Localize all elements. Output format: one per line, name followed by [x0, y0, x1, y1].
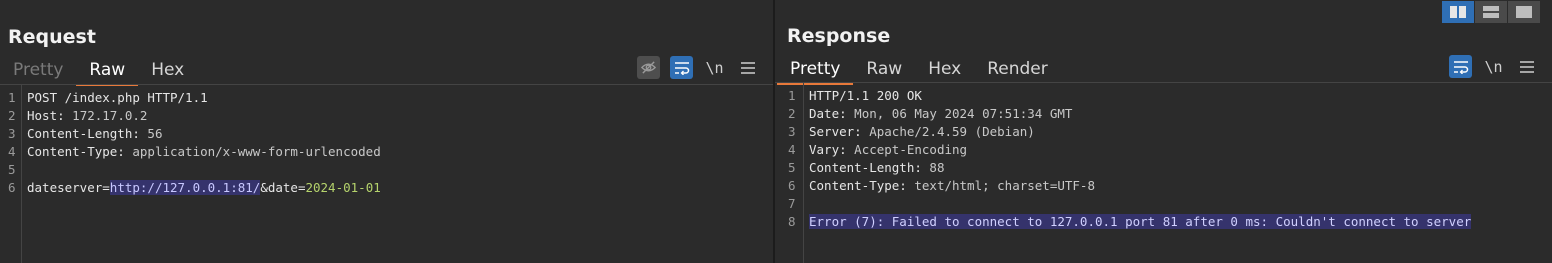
header-value: 88	[921, 160, 945, 175]
newline-toggle[interactable]: \n	[1482, 55, 1505, 78]
hamburger-menu-icon[interactable]	[736, 56, 759, 79]
line-number: 4	[8, 144, 16, 159]
response-tab-hex[interactable]: Hex	[915, 56, 974, 83]
header-value: 172.17.0.2	[64, 108, 148, 123]
hamburger-menu-icon[interactable]	[1515, 55, 1538, 78]
header-key: Server:	[809, 124, 862, 139]
code-line: 5 Content-Length: 88	[775, 159, 1552, 177]
line-number: 6	[8, 180, 16, 195]
code-line: 8 Error (7): Failed to connect to 127.0.…	[775, 213, 1552, 231]
header-value: 56	[139, 126, 163, 141]
header-value: application/x-www-form-urlencoded	[124, 144, 381, 159]
response-editor[interactable]: 1 HTTP/1.1 200 OK 2 Date: Mon, 06 May 20…	[775, 83, 1552, 263]
request-tab-raw[interactable]: Raw	[76, 57, 138, 86]
header-value: Apache/2.4.59 (Debian)	[861, 124, 1035, 139]
code-line: 4 Content-Type: application/x-www-form-u…	[0, 143, 773, 161]
line-number: 6	[788, 178, 796, 193]
header-key: Vary:	[809, 142, 847, 157]
line-number: 5	[8, 162, 16, 177]
code-line: 2 Host: 172.17.0.2	[0, 107, 773, 125]
response-code[interactable]: 1 HTTP/1.1 200 OK 2 Date: Mon, 06 May 20…	[775, 87, 1552, 231]
stacked-layout-icon[interactable]	[1475, 1, 1507, 23]
code-line: 5	[0, 161, 773, 179]
header-key: Date:	[809, 106, 847, 121]
param-name: dateserver	[27, 180, 103, 195]
response-tab-raw[interactable]: Raw	[853, 56, 915, 83]
header-key: Host:	[27, 108, 65, 123]
line-number: 1	[788, 88, 796, 103]
line-number: 7	[788, 196, 796, 211]
wrap-icon[interactable]	[670, 56, 693, 79]
code-line: 1 HTTP/1.1 200 OK	[775, 87, 1552, 105]
code-line: 4 Vary: Accept-Encoding	[775, 141, 1552, 159]
request-tab-pretty[interactable]: Pretty	[0, 57, 76, 84]
request-tab-hex[interactable]: Hex	[138, 57, 197, 84]
request-editor[interactable]: 1 POST /index.php HTTP/1.1 2 Host: 172.1…	[0, 85, 773, 263]
layout-toggle-group	[1442, 1, 1540, 23]
single-pane-layout-icon[interactable]	[1508, 1, 1540, 23]
response-tab-pretty[interactable]: Pretty	[777, 56, 854, 85]
wrap-icon[interactable]	[1449, 55, 1472, 78]
header-key: Content-Type:	[809, 178, 907, 193]
param-equals: =	[102, 180, 110, 195]
response-title: Response	[787, 25, 891, 47]
response-pane: Response Pretty Raw Hex Render \n 1 HTTP…	[775, 0, 1552, 263]
code-line: 6 Content-Type: text/html; charset=UTF-8	[775, 177, 1552, 195]
request-code[interactable]: 1 POST /index.php HTTP/1.1 2 Host: 172.1…	[0, 89, 773, 197]
line-number: 5	[788, 160, 796, 175]
header-value: Accept-Encoding	[846, 142, 968, 157]
header-key: Content-Type:	[27, 144, 125, 159]
code-line: 6 dateserver=http://127.0.0.1:81/&date=2…	[0, 179, 773, 197]
request-pane: Request Pretty Raw Hex \n 1 POST /index.…	[0, 0, 773, 263]
header-value: Mon, 06 May 2024 07:51:34 GMT	[846, 106, 1073, 121]
side-by-side-layout-icon[interactable]	[1442, 1, 1474, 23]
selected-param-value[interactable]: http://127.0.0.1:81/	[109, 180, 261, 195]
status-line: HTTP/1.1 200 OK	[809, 88, 922, 103]
response-tab-render[interactable]: Render	[974, 56, 1061, 83]
line-number: 3	[8, 126, 16, 141]
request-line: POST /index.php HTTP/1.1	[27, 90, 208, 105]
code-line: 7	[775, 195, 1552, 213]
header-key: Content-Length:	[809, 160, 922, 175]
code-line: 3 Server: Apache/2.4.59 (Debian)	[775, 123, 1552, 141]
line-number: 3	[788, 124, 796, 139]
header-key: Content-Length:	[27, 126, 140, 141]
code-line: 1 POST /index.php HTTP/1.1	[0, 89, 773, 107]
code-line: 3 Content-Length: 56	[0, 125, 773, 143]
response-toolbar: \n	[1449, 55, 1538, 78]
header-value: text/html; charset=UTF-8	[906, 178, 1095, 193]
param-value: 2024-01-01	[305, 180, 381, 195]
param-name: &date	[260, 180, 298, 195]
line-number: 4	[788, 142, 796, 157]
code-line: 2 Date: Mon, 06 May 2024 07:51:34 GMT	[775, 105, 1552, 123]
line-number: 2	[788, 106, 796, 121]
request-toolbar: \n	[637, 56, 759, 79]
line-number: 2	[8, 108, 16, 123]
request-tabs: Pretty Raw Hex	[0, 57, 197, 86]
eye-off-icon[interactable]	[637, 56, 660, 79]
request-title: Request	[8, 26, 96, 48]
newline-toggle[interactable]: \n	[703, 56, 726, 79]
response-tabs: Pretty Raw Hex Render	[777, 56, 1061, 85]
line-number: 1	[8, 90, 16, 105]
selected-error-body[interactable]: Error (7): Failed to connect to 127.0.0.…	[809, 214, 1472, 229]
line-number: 8	[788, 214, 796, 229]
